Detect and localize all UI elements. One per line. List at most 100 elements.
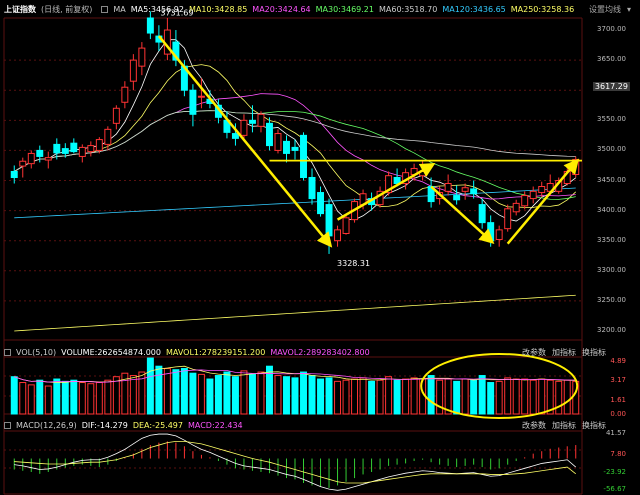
price-tick-label: 3550.00	[597, 115, 626, 124]
candle-body	[478, 204, 486, 224]
volume-bar	[512, 378, 520, 415]
indicator-value: MAVOL2:289283402.800	[270, 347, 370, 357]
candle-body	[10, 170, 18, 178]
volume-toggle-icon[interactable]	[4, 348, 11, 356]
volume-bar	[368, 380, 376, 415]
volume-bar	[172, 369, 180, 415]
volume-bar	[87, 383, 95, 415]
candle-body	[19, 160, 27, 167]
candle-body	[325, 204, 333, 237]
high-annotation: 3731.69	[160, 8, 193, 17]
volume-bar	[189, 372, 197, 415]
volume-bar	[70, 379, 78, 415]
volume-bar	[95, 382, 103, 415]
macd-tick-label: -23.92	[603, 468, 626, 476]
panel-button[interactable]: 改参数	[522, 348, 546, 357]
volume-bar	[129, 375, 137, 415]
candle-body	[129, 59, 137, 82]
candle-body	[146, 17, 154, 34]
volume-bar	[112, 376, 120, 415]
candle-body	[61, 148, 69, 154]
candle-body	[538, 186, 546, 194]
candle-body	[521, 195, 529, 207]
candle-body	[317, 192, 324, 215]
volume-tick-label: 3.17	[610, 376, 626, 384]
volume-bar	[385, 376, 393, 415]
volume-bar	[257, 371, 265, 415]
volume-bar	[197, 373, 205, 415]
candle-body	[453, 195, 461, 201]
panel-button[interactable]: 换指标	[582, 421, 606, 430]
candle-body	[231, 133, 239, 139]
candle-body	[104, 128, 112, 145]
panel-button[interactable]: 加指标	[552, 348, 576, 357]
volume-bar	[461, 378, 469, 415]
price-tick-label: 3300.00	[597, 265, 626, 274]
low-annotation: 3328.31	[337, 259, 370, 268]
candle-body	[266, 122, 273, 147]
candle-body	[70, 142, 78, 153]
candle-body	[87, 145, 95, 153]
volume-bar	[393, 379, 401, 415]
macd-toggle-icon[interactable]	[4, 421, 11, 429]
volume-bar	[274, 375, 282, 415]
candle-body	[308, 176, 316, 200]
volume-bar	[402, 378, 410, 415]
price-tick-label: 3350.00	[597, 235, 626, 244]
volume-bar	[470, 379, 478, 415]
ma-line	[14, 39, 576, 222]
volume-bar	[291, 377, 299, 415]
volume-bar	[180, 368, 188, 415]
price-tick-label: 3400.00	[597, 205, 626, 214]
panel-button[interactable]: 加指标	[552, 421, 576, 430]
macd-indicator-list: MACD(12,26,9) DIF:-14.279 DEA:-25.497 MACD:…	[16, 421, 248, 430]
volume-bar	[104, 379, 112, 415]
indicator-value: DIF:-14.279	[81, 420, 128, 430]
macd-buttons: 改参数 加指标 换指标	[516, 420, 606, 431]
candle-body	[53, 143, 61, 154]
volume-bar	[334, 380, 342, 415]
volume-bar	[283, 376, 290, 415]
price-tick-label: 3200.00	[597, 325, 626, 334]
candle-body	[257, 113, 265, 127]
volume-bar	[351, 378, 359, 415]
volume-bar	[436, 379, 444, 415]
price-tick-label: 3250.00	[597, 295, 626, 304]
volume-bar	[44, 385, 52, 415]
candle-body	[274, 133, 282, 151]
ma-line	[14, 64, 577, 208]
volume-indicator-list: VOL(5,10) VOLUME:262654874.000 MAVOL1:2782…	[16, 348, 375, 357]
volume-bar	[163, 368, 171, 415]
volume-bar	[53, 378, 61, 415]
candle-body	[572, 158, 580, 175]
volume-bar	[27, 384, 35, 415]
candle-body	[283, 140, 290, 154]
price-tick-label: 3650.00	[597, 55, 626, 64]
candle-body	[36, 149, 44, 157]
indicator-value: MAVOL1:278239151.200	[165, 347, 266, 357]
candle-body	[461, 187, 469, 192]
volume-bar	[504, 377, 512, 415]
candle-body	[470, 188, 478, 195]
current-price-tag: 3617.29	[592, 82, 630, 91]
volume-bar	[427, 375, 435, 415]
volume-bar	[155, 365, 163, 415]
candle-body	[291, 146, 299, 151]
candle-body	[444, 183, 452, 192]
candle-body	[197, 95, 205, 98]
candle-body	[112, 107, 120, 124]
indicator-value: MACD:22.434	[187, 420, 243, 430]
panel-button[interactable]: 换指标	[582, 348, 606, 357]
macd-tick-label: 41.57	[605, 429, 626, 437]
volume-bar	[359, 377, 367, 415]
candle-body	[78, 146, 86, 157]
panel-button[interactable]: 改参数	[522, 421, 546, 430]
volume-bar	[223, 371, 231, 415]
volume-bar	[146, 357, 154, 415]
volume-bar	[248, 373, 256, 415]
indicator-value: MACD(12,26,9)	[16, 420, 77, 430]
candle-body	[248, 119, 256, 124]
indicator-value: VOL(5,10)	[16, 347, 57, 357]
candle-body	[44, 157, 52, 161]
indicator-value: DEA:-25.497	[132, 420, 183, 430]
